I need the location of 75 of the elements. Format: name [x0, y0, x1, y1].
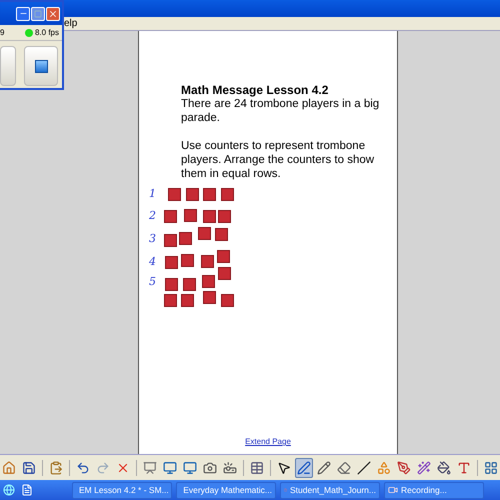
- close-icon: [48, 8, 58, 18]
- taskbar-button[interactable]: Everyday Mathematic...: [176, 482, 276, 498]
- counter: [215, 228, 228, 241]
- counter: [203, 291, 216, 304]
- counter: [165, 278, 178, 291]
- stop-button[interactable]: [24, 46, 58, 86]
- camera-icon: [203, 460, 217, 474]
- counter: [217, 250, 230, 263]
- properties-icon: [484, 460, 498, 474]
- handwritten-number: 5: [149, 275, 156, 288]
- counter: [221, 294, 234, 307]
- counter: [186, 188, 199, 201]
- maximize-button[interactable]: [31, 6, 45, 20]
- extend-page-link[interactable]: Extend Page: [245, 437, 291, 446]
- status-dot: [24, 28, 33, 36]
- counter: [183, 278, 196, 291]
- handwritten-number: 4: [149, 255, 156, 268]
- wand-icon: [417, 460, 431, 474]
- fill-icon: [437, 460, 451, 474]
- counter: [218, 210, 231, 223]
- fps-reading: 8.0 fps: [34, 28, 59, 37]
- magic-pen-icon: [397, 460, 411, 474]
- counter: [201, 255, 214, 268]
- text-icon: [457, 460, 471, 474]
- paragraph: There are 24 trombone players in a big parade.: [181, 97, 380, 125]
- screen-shade-icon: [143, 460, 157, 474]
- counter: [202, 275, 215, 288]
- minimize-button[interactable]: [16, 6, 30, 20]
- save-icon: [22, 460, 36, 474]
- menu-item[interactable]: elp: [64, 18, 78, 29]
- monitor-icon: [163, 460, 177, 474]
- document-camera-icon: [223, 460, 237, 474]
- line-icon: [357, 460, 371, 474]
- counter: [218, 267, 231, 280]
- counter: [179, 232, 192, 245]
- taskbar-button[interactable]: Recording...: [384, 482, 484, 498]
- page-title: Math Message Lesson 4.2: [181, 83, 328, 97]
- pencil-icon: [317, 460, 331, 474]
- counter: [184, 209, 197, 222]
- counter: [198, 227, 211, 240]
- globe-icon: [3, 484, 15, 496]
- counter: [164, 234, 177, 247]
- counter: [168, 188, 181, 201]
- maximize-icon: [34, 10, 42, 18]
- pen-icon: [297, 460, 311, 474]
- recorder-icon: [388, 485, 398, 495]
- counter: [203, 210, 216, 223]
- home-icon: [2, 460, 16, 474]
- monitor-icon: [183, 460, 197, 474]
- taskbar-button[interactable]: Student_Math_Journ...: [280, 482, 380, 498]
- counter: [164, 294, 177, 307]
- counter: [164, 210, 177, 223]
- frame-count: 9: [0, 28, 4, 37]
- taskbar-button[interactable]: EM Lesson 4.2 * - SM...: [72, 482, 172, 498]
- paragraph: Use counters to represent trombone players. Arrange the counters to show them in equal rows.: [181, 139, 376, 181]
- table-icon: [250, 460, 264, 474]
- counter: [165, 256, 178, 269]
- quick-launch-button[interactable]: [2, 483, 16, 497]
- eraser-icon: [337, 460, 351, 474]
- undo-icon: [76, 460, 90, 474]
- counter: [221, 188, 234, 201]
- close-button[interactable]: [46, 6, 60, 20]
- redo-icon: [96, 460, 110, 474]
- stop-icon: [34, 60, 48, 72]
- quick-launch-button[interactable]: [20, 483, 34, 497]
- select-icon: [277, 460, 291, 474]
- handwritten-number: 1: [149, 187, 156, 200]
- word-icon: [21, 484, 33, 496]
- shapes-icon: [377, 460, 391, 474]
- counter: [181, 294, 194, 307]
- counter: [203, 188, 216, 201]
- counter: [181, 254, 194, 267]
- handwritten-number: 3: [149, 232, 156, 245]
- handwritten-number: 2: [149, 209, 156, 222]
- paste-icon: [49, 460, 63, 474]
